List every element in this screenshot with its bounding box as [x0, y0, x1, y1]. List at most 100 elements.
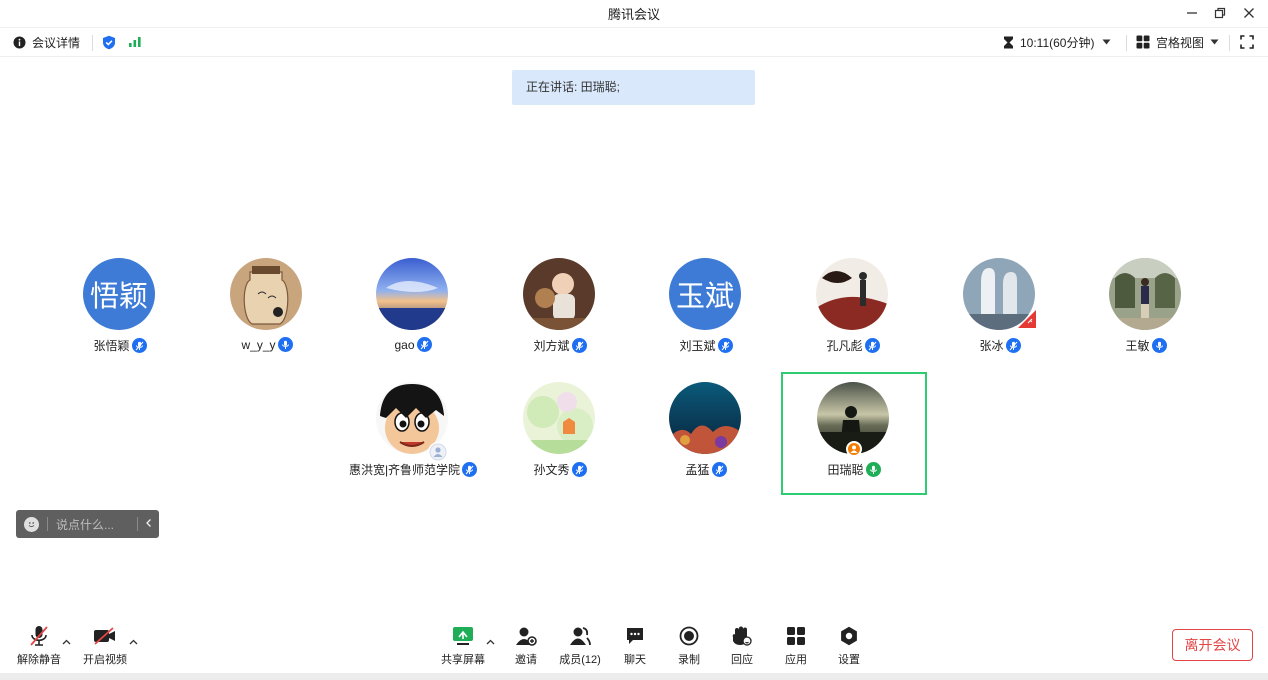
participant-tile[interactable]: gao [343, 258, 483, 378]
close-button[interactable] [1237, 2, 1261, 24]
participant-tile[interactable]: w_y_y [197, 258, 337, 378]
chevron-up-icon [486, 639, 495, 645]
audio-options-caret[interactable] [62, 636, 71, 648]
avatar [376, 258, 448, 330]
fullscreen-button[interactable] [1240, 28, 1254, 56]
caret-down-icon [1102, 39, 1111, 45]
invite-button[interactable]: 邀请 [499, 624, 553, 668]
participant-name: 王敏 [1036, 337, 1256, 354]
participant-tile[interactable]: 孙文秀 [490, 382, 630, 502]
settings-button[interactable]: 设置 [822, 624, 876, 668]
participant-name-label: 惠洪宽|齐鲁师范学院 [348, 463, 461, 477]
toolbar-divider [1229, 35, 1230, 51]
participant-tile[interactable]: 王敏 [1076, 258, 1216, 378]
avatar [230, 258, 302, 330]
meeting-details-label: 会议详情 [32, 35, 81, 50]
record-icon [679, 626, 699, 646]
reactions-button[interactable]: 回应 [715, 624, 769, 668]
view-mode-label: 宫格视图 [1156, 35, 1205, 50]
share-options-caret[interactable] [486, 636, 495, 648]
start-video-button[interactable]: 开启视频 [78, 624, 132, 668]
video-options-caret[interactable] [129, 636, 138, 648]
active-speaker-banner: 正在讲话: 田瑞聪; [512, 70, 755, 105]
participant-name-label: 刘玉斌 [679, 339, 716, 353]
participant-tile-active-speaker[interactable]: 田瑞聪 [781, 372, 927, 495]
start-video-label: 开启视频 [83, 654, 127, 666]
microphone-icon [1005, 338, 1021, 353]
chat-button[interactable]: 聊天 [608, 624, 662, 668]
participant-tile[interactable]: 悟颖 张悟颖 [50, 258, 190, 378]
user-badge-icon [428, 442, 448, 462]
minimize-icon [1187, 12, 1197, 14]
participant-tile[interactable]: 刘方斌 [490, 258, 630, 378]
reactions-label: 回应 [731, 654, 753, 666]
restore-button[interactable] [1208, 2, 1232, 24]
fullscreen-icon [1240, 35, 1254, 49]
avatar [816, 258, 888, 330]
participant-tile[interactable]: 孟猛 [636, 382, 776, 502]
avatar: 玉斌 [669, 258, 741, 330]
leave-meeting-button[interactable]: 离开会议 [1172, 629, 1253, 661]
participant-tile[interactable]: 张冰 [930, 258, 1070, 378]
flag-badge-icon [1018, 310, 1036, 328]
chat-icon [627, 628, 643, 644]
participant-name-label: 孟猛 [685, 463, 710, 477]
unmute-button[interactable]: 解除静音 [12, 624, 66, 668]
apps-button[interactable]: 应用 [769, 624, 823, 668]
caret-down-icon [1210, 39, 1219, 45]
avatar [669, 382, 741, 454]
microphone-icon [1151, 338, 1167, 353]
apps-icon [787, 627, 805, 645]
microphone-active-icon [865, 462, 881, 477]
participant-name-label: 刘方斌 [533, 339, 570, 353]
shield-icon [103, 35, 115, 49]
signal-icon [129, 37, 141, 47]
participant-tile[interactable]: 孔凡彪 [783, 258, 923, 378]
participant-name-label: w_y_y [241, 337, 276, 352]
participant-tile[interactable]: 玉斌 刘玉斌 [636, 258, 776, 378]
title-bar: 腾讯会议 [0, 0, 1268, 26]
collapse-chat-button[interactable] [137, 517, 159, 531]
security-button[interactable] [102, 28, 116, 56]
chevron-up-icon [62, 639, 71, 645]
participant-name: 田瑞聪 [743, 461, 965, 478]
raise-hand-icon [732, 626, 752, 646]
close-icon [1244, 8, 1254, 18]
microphone-icon [277, 337, 293, 352]
record-button[interactable]: 录制 [662, 624, 716, 668]
unmute-label: 解除静音 [17, 654, 61, 666]
chat-input[interactable]: 说点什么... [56, 516, 137, 533]
chat-label: 聊天 [624, 654, 646, 666]
meeting-timer[interactable]: 10:11(60分钟) [1003, 28, 1111, 56]
participant-tile[interactable]: 惠洪宽|齐鲁师范学院 [343, 382, 483, 502]
members-icon [570, 627, 591, 646]
members-label: 成员(12) [559, 654, 601, 666]
emoji-icon[interactable] [24, 516, 39, 532]
toolbar-divider [1126, 35, 1127, 51]
participant-name-label: 孙文秀 [533, 463, 570, 477]
members-button[interactable]: 成员(12) [553, 624, 607, 668]
participant-name-label: 张冰 [979, 339, 1004, 353]
meeting-details-button[interactable]: 会议详情 [13, 28, 80, 56]
view-mode-button[interactable]: 宫格视图 [1136, 28, 1219, 56]
share-screen-button[interactable]: 共享屏幕 [436, 624, 490, 668]
participant-name-label: 孔凡彪 [826, 339, 863, 353]
meeting-toolbar: 会议详情 10:11(60分钟) 宫格视图 [0, 27, 1268, 57]
microphone-icon [131, 338, 147, 353]
host-icon [846, 441, 862, 457]
microphone-icon [571, 462, 587, 477]
microphone-icon [864, 338, 880, 353]
taskbar-strip [0, 673, 1268, 680]
network-status[interactable] [128, 28, 143, 56]
invite-label: 邀请 [515, 654, 537, 666]
avatar [523, 382, 595, 454]
camera-off-icon [94, 627, 115, 645]
settings-label: 设置 [838, 654, 860, 666]
toolbar-divider [92, 35, 93, 51]
microphone-icon [717, 338, 733, 353]
grid-view-icon [1136, 35, 1150, 49]
minimize-button[interactable] [1180, 2, 1204, 24]
microphone-muted-icon [30, 626, 48, 646]
quick-chat-bar[interactable]: 说点什么... [16, 510, 159, 538]
info-icon [13, 36, 26, 48]
